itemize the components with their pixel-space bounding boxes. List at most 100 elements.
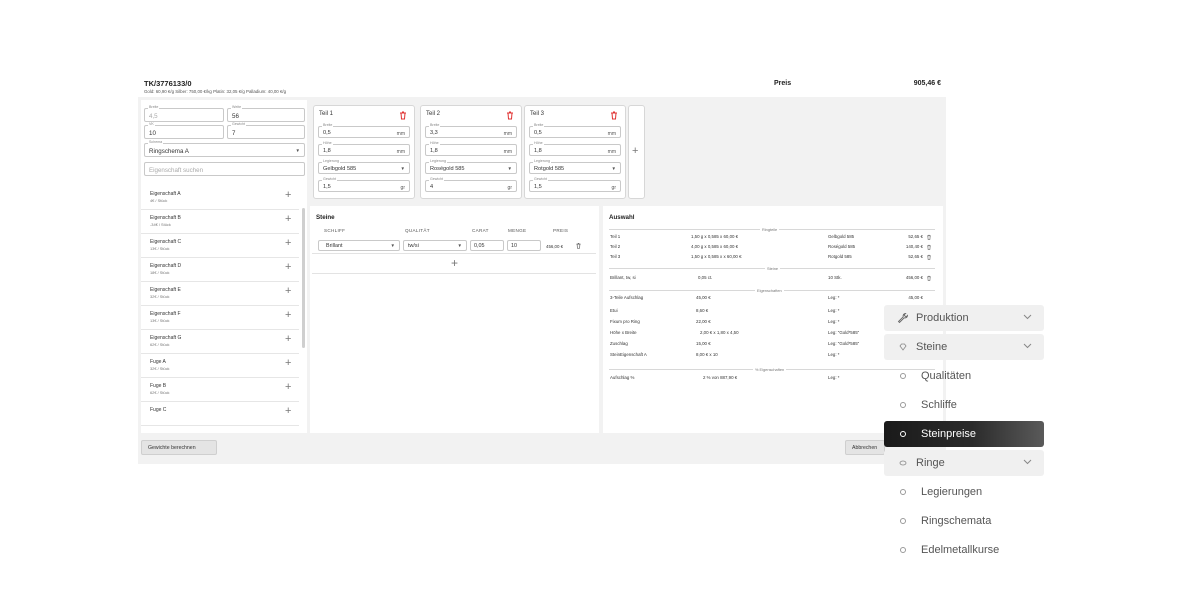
add-icon[interactable]: + (285, 334, 291, 345)
menu-group-ringe[interactable]: Ringe (884, 450, 1044, 476)
row-label: Höhe x Breite (610, 330, 637, 335)
cancel-button[interactable]: Abbrechen (845, 440, 885, 455)
trash-icon[interactable] (609, 110, 619, 120)
chevron-down-icon: ▼ (457, 243, 462, 248)
chevron-down-icon: ▼ (295, 148, 300, 153)
row-calc: 45,00 € (696, 295, 711, 300)
add-icon[interactable]: + (285, 214, 291, 225)
list-item[interactable]: Eigenschaft A 4€ / Stück + (141, 185, 299, 210)
calculate-weights-button[interactable]: Gewichte berechnen (141, 440, 217, 455)
field-value: 10 (511, 243, 517, 249)
field-value: Brillant (326, 243, 343, 249)
list-item[interactable]: Eigenschaft D 18€ / Stück + (141, 257, 299, 282)
property-name: Eigenschaft F (150, 311, 181, 317)
footer-bar: Gewichte berechnen Abbrechen (138, 433, 946, 464)
menu-label: Legierungen (921, 486, 983, 498)
add-icon[interactable]: + (285, 358, 291, 369)
app-window: TK/3776133/0 Gold: 60,90 €/g Silber: 750… (138, 73, 946, 501)
field-label: Gewicht (533, 177, 548, 182)
qualitaet-select[interactable]: tw/si ▼ (403, 240, 467, 251)
teil-legierung-select[interactable]: Legierung Roségold 585 ▼ (425, 159, 517, 174)
trash-icon[interactable] (505, 110, 515, 120)
menu-item-qualitaeten[interactable]: Qualitäten (884, 363, 1044, 389)
chevron-down-icon: ▼ (611, 166, 616, 171)
trash-icon[interactable] (575, 242, 582, 249)
menu-item-legierungen[interactable]: Legierungen (884, 479, 1044, 505)
trash-icon[interactable] (926, 254, 932, 260)
property-search-input[interactable]: Eigenschaft suchen (144, 162, 305, 176)
list-item[interactable]: Eigenschaft B -34€ / Stück + (141, 209, 299, 234)
teil-gewicht-field[interactable]: Gewicht 1,5 gr (318, 177, 410, 192)
trash-icon[interactable] (926, 234, 932, 240)
section-title: Eigenschaften (755, 288, 784, 293)
field-label: Gewicht (429, 177, 444, 182)
teil-hoehe-field[interactable]: Höhe 1,8 mm (425, 141, 517, 156)
column-header: QUALITÄT (405, 228, 430, 233)
vk-field[interactable]: VK 10 (144, 122, 224, 139)
list-item[interactable]: Eigenschaft C 13€ / Stück + (141, 233, 299, 258)
schliff-select[interactable]: Brillant ▼ (318, 240, 400, 251)
teil-hoehe-field[interactable]: Höhe 1,8 mm (529, 141, 621, 156)
carat-input[interactable]: 0,05 (470, 240, 504, 251)
property-list: Eigenschaft A 4€ / Stück + Eigenschaft B… (141, 185, 303, 430)
field-label: Höhe (322, 141, 333, 146)
teil-title: Teil 1 (319, 111, 334, 117)
trash-icon[interactable] (398, 110, 408, 120)
add-icon[interactable]: + (285, 406, 291, 417)
list-item[interactable]: Eigenschaft E 32€ / Stück + (141, 281, 299, 306)
breite-field[interactable]: Breite 4,5 (144, 105, 224, 122)
row-calc: 1,50 g x 0,585 x 60,00 € (691, 234, 739, 239)
field-value: 1,8 (534, 148, 542, 154)
add-icon[interactable]: + (285, 238, 291, 249)
teil-breite-field[interactable]: Breite 0,5 mm (529, 123, 621, 138)
field-value: 4 (430, 184, 434, 190)
trash-icon[interactable] (926, 244, 932, 250)
column-header: MENGE (508, 228, 527, 233)
add-icon[interactable]: + (285, 286, 291, 297)
weite-field[interactable]: Weite 56 (227, 105, 305, 122)
vk-value: 10 (149, 130, 156, 137)
menu-group-produktion[interactable]: Produktion (884, 305, 1044, 331)
row-label: Etui (610, 308, 618, 313)
teil-legierung-select[interactable]: Legierung Gelbgold 585 ▼ (318, 159, 410, 174)
list-item[interactable]: Eigenschaft F 13€ / Stück + (141, 305, 299, 330)
list-item[interactable]: Fuge B 62€ / Stück + (141, 377, 299, 402)
property-name: Eigenschaft C (150, 239, 182, 245)
add-icon[interactable]: + (285, 382, 291, 393)
field-label: Legierung (533, 159, 551, 164)
teil-gewicht-field[interactable]: Gewicht 4 gr (425, 177, 517, 192)
add-icon[interactable]: + (285, 190, 291, 201)
menu-group-steine[interactable]: Steine (884, 334, 1044, 360)
chevron-down-icon: ▼ (390, 243, 395, 248)
teil-breite-field[interactable]: Breite 3,3 mm (425, 123, 517, 138)
menu-item-schliffe[interactable]: Schliffe (884, 392, 1044, 418)
list-item[interactable]: Fuge C + (141, 401, 299, 426)
row-calc: 8,60 € (696, 308, 709, 313)
menu-item-edelmetallkurse[interactable]: Edelmetallkurse (884, 537, 1044, 563)
unit-label: gr (611, 185, 616, 191)
add-icon[interactable]: + (285, 262, 291, 273)
list-item[interactable]: Eigenschaft G 62€ / Stück + (141, 329, 299, 354)
teil-breite-field[interactable]: Breite 0,5 mm (318, 123, 410, 138)
scrollbar[interactable] (302, 208, 305, 348)
menu-item-ringschemata[interactable]: Ringschemata (884, 508, 1044, 534)
add-icon[interactable]: + (285, 310, 291, 321)
add-teil-button[interactable]: + (628, 105, 645, 199)
gewicht-field[interactable]: Gewicht 7 (227, 122, 305, 139)
schema-select[interactable]: Schema Ringschema A ▼ (144, 140, 305, 157)
list-item[interactable]: Fuge A 32€ / Stück + (141, 353, 299, 378)
row-alloy: Roségold 585 (828, 244, 856, 249)
row-alloy: Rotgold 585 (828, 254, 852, 259)
trash-icon[interactable] (926, 275, 932, 281)
teil-hoehe-field[interactable]: Höhe 1,8 mm (318, 141, 410, 156)
teil-legierung-select[interactable]: Legierung Rotgold 585 ▼ (529, 159, 621, 174)
add-stone-button[interactable]: + (451, 256, 458, 270)
menge-input[interactable]: 10 (507, 240, 541, 251)
row-label: Brillant, tw, si (610, 275, 636, 280)
menu-item-steinpreise[interactable]: Steinpreise (884, 421, 1044, 447)
row-calc: 1,50 g x 0,585 x x 60,00 € (691, 254, 742, 259)
field-label: Breite (533, 123, 545, 128)
property-price: 13€ / Stück (150, 318, 170, 323)
gem-icon (899, 343, 907, 351)
teil-gewicht-field[interactable]: Gewicht 1,5 gr (529, 177, 621, 192)
